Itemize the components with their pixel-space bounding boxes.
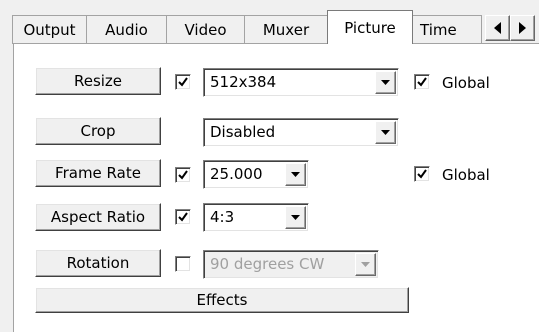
tab-picture-label: Picture <box>344 18 396 37</box>
tab-scroll-left-button[interactable] <box>485 15 510 41</box>
resize-button-label: Resize <box>73 72 123 90</box>
effects-button[interactable]: Effects <box>35 287 409 313</box>
tab-time-label: Time <box>420 21 457 39</box>
arrow-right-icon <box>519 22 526 34</box>
frame-rate-enable-checkbox[interactable] <box>175 167 191 183</box>
chevron-down-icon <box>291 215 300 220</box>
tab-audio-label: Audio <box>105 21 148 39</box>
frame-rate-dropdown-button[interactable] <box>285 163 306 186</box>
rotation-button-label: Rotation <box>66 254 130 272</box>
frame-rate-select-value: 25.000 <box>210 165 263 183</box>
checkmark-icon <box>178 77 188 87</box>
crop-dropdown-button[interactable] <box>375 121 396 144</box>
resize-select-value: 512x384 <box>210 73 277 91</box>
aspect-ratio-dropdown-button[interactable] <box>285 206 306 229</box>
resize-button[interactable]: Resize <box>35 67 161 95</box>
arrow-left-icon <box>494 22 501 34</box>
crop-select[interactable]: Disabled <box>203 118 399 147</box>
aspect-ratio-select-value: 4:3 <box>210 208 235 226</box>
resize-enable-checkbox[interactable] <box>175 74 191 90</box>
tab-scroll-right-button[interactable] <box>510 15 535 41</box>
crop-select-value: Disabled <box>210 123 276 141</box>
aspect-ratio-button-label: Aspect Ratio <box>50 208 146 226</box>
crop-button-label: Crop <box>80 122 116 140</box>
checkmark-icon <box>417 169 427 179</box>
tab-audio[interactable]: Audio <box>86 15 167 44</box>
resize-global-label: Global <box>442 74 490 92</box>
effects-button-label: Effects <box>196 291 248 309</box>
checkmark-icon <box>178 212 188 222</box>
aspect-ratio-select[interactable]: 4:3 <box>203 203 309 232</box>
aspect-ratio-button[interactable]: Aspect Ratio <box>35 203 161 231</box>
chevron-down-icon <box>381 80 390 85</box>
frame-rate-select[interactable]: 25.000 <box>203 160 309 189</box>
checkmark-icon <box>178 170 188 180</box>
resize-select[interactable]: 512x384 <box>203 68 399 97</box>
chevron-down-icon <box>291 172 300 177</box>
frame-rate-global-checkbox[interactable] <box>414 166 430 182</box>
frame-rate-button[interactable]: Frame Rate <box>35 159 161 187</box>
rotation-dropdown-button <box>355 253 376 276</box>
frame-rate-button-label: Frame Rate <box>55 164 141 182</box>
chevron-down-icon <box>361 262 370 267</box>
tab-time[interactable]: Time <box>412 15 482 44</box>
resize-dropdown-button[interactable] <box>375 71 396 94</box>
picture-tab-panel: Resize 512x384 Global Crop Disabled Fram… <box>13 43 539 332</box>
picture-settings-window: Output Audio Video Muxer Picture Time Re… <box>0 0 539 332</box>
rotation-enable-checkbox[interactable] <box>175 256 191 272</box>
tab-output-label: Output <box>23 21 76 39</box>
tab-output[interactable]: Output <box>12 15 87 44</box>
crop-button[interactable]: Crop <box>35 117 161 145</box>
rotation-select: 90 degrees CW <box>203 250 379 279</box>
chevron-down-icon <box>381 130 390 135</box>
rotation-select-value: 90 degrees CW <box>210 255 325 273</box>
resize-global-checkbox[interactable] <box>414 74 430 90</box>
frame-rate-global-label: Global <box>442 166 490 184</box>
tab-muxer-label: Muxer <box>262 21 310 39</box>
rotation-button[interactable]: Rotation <box>35 249 161 277</box>
tab-video[interactable]: Video <box>166 15 245 44</box>
aspect-ratio-enable-checkbox[interactable] <box>175 209 191 225</box>
tab-video-label: Video <box>184 21 227 39</box>
tab-muxer[interactable]: Muxer <box>244 15 328 44</box>
checkmark-icon <box>417 77 427 87</box>
tab-picture[interactable]: Picture <box>327 10 413 44</box>
